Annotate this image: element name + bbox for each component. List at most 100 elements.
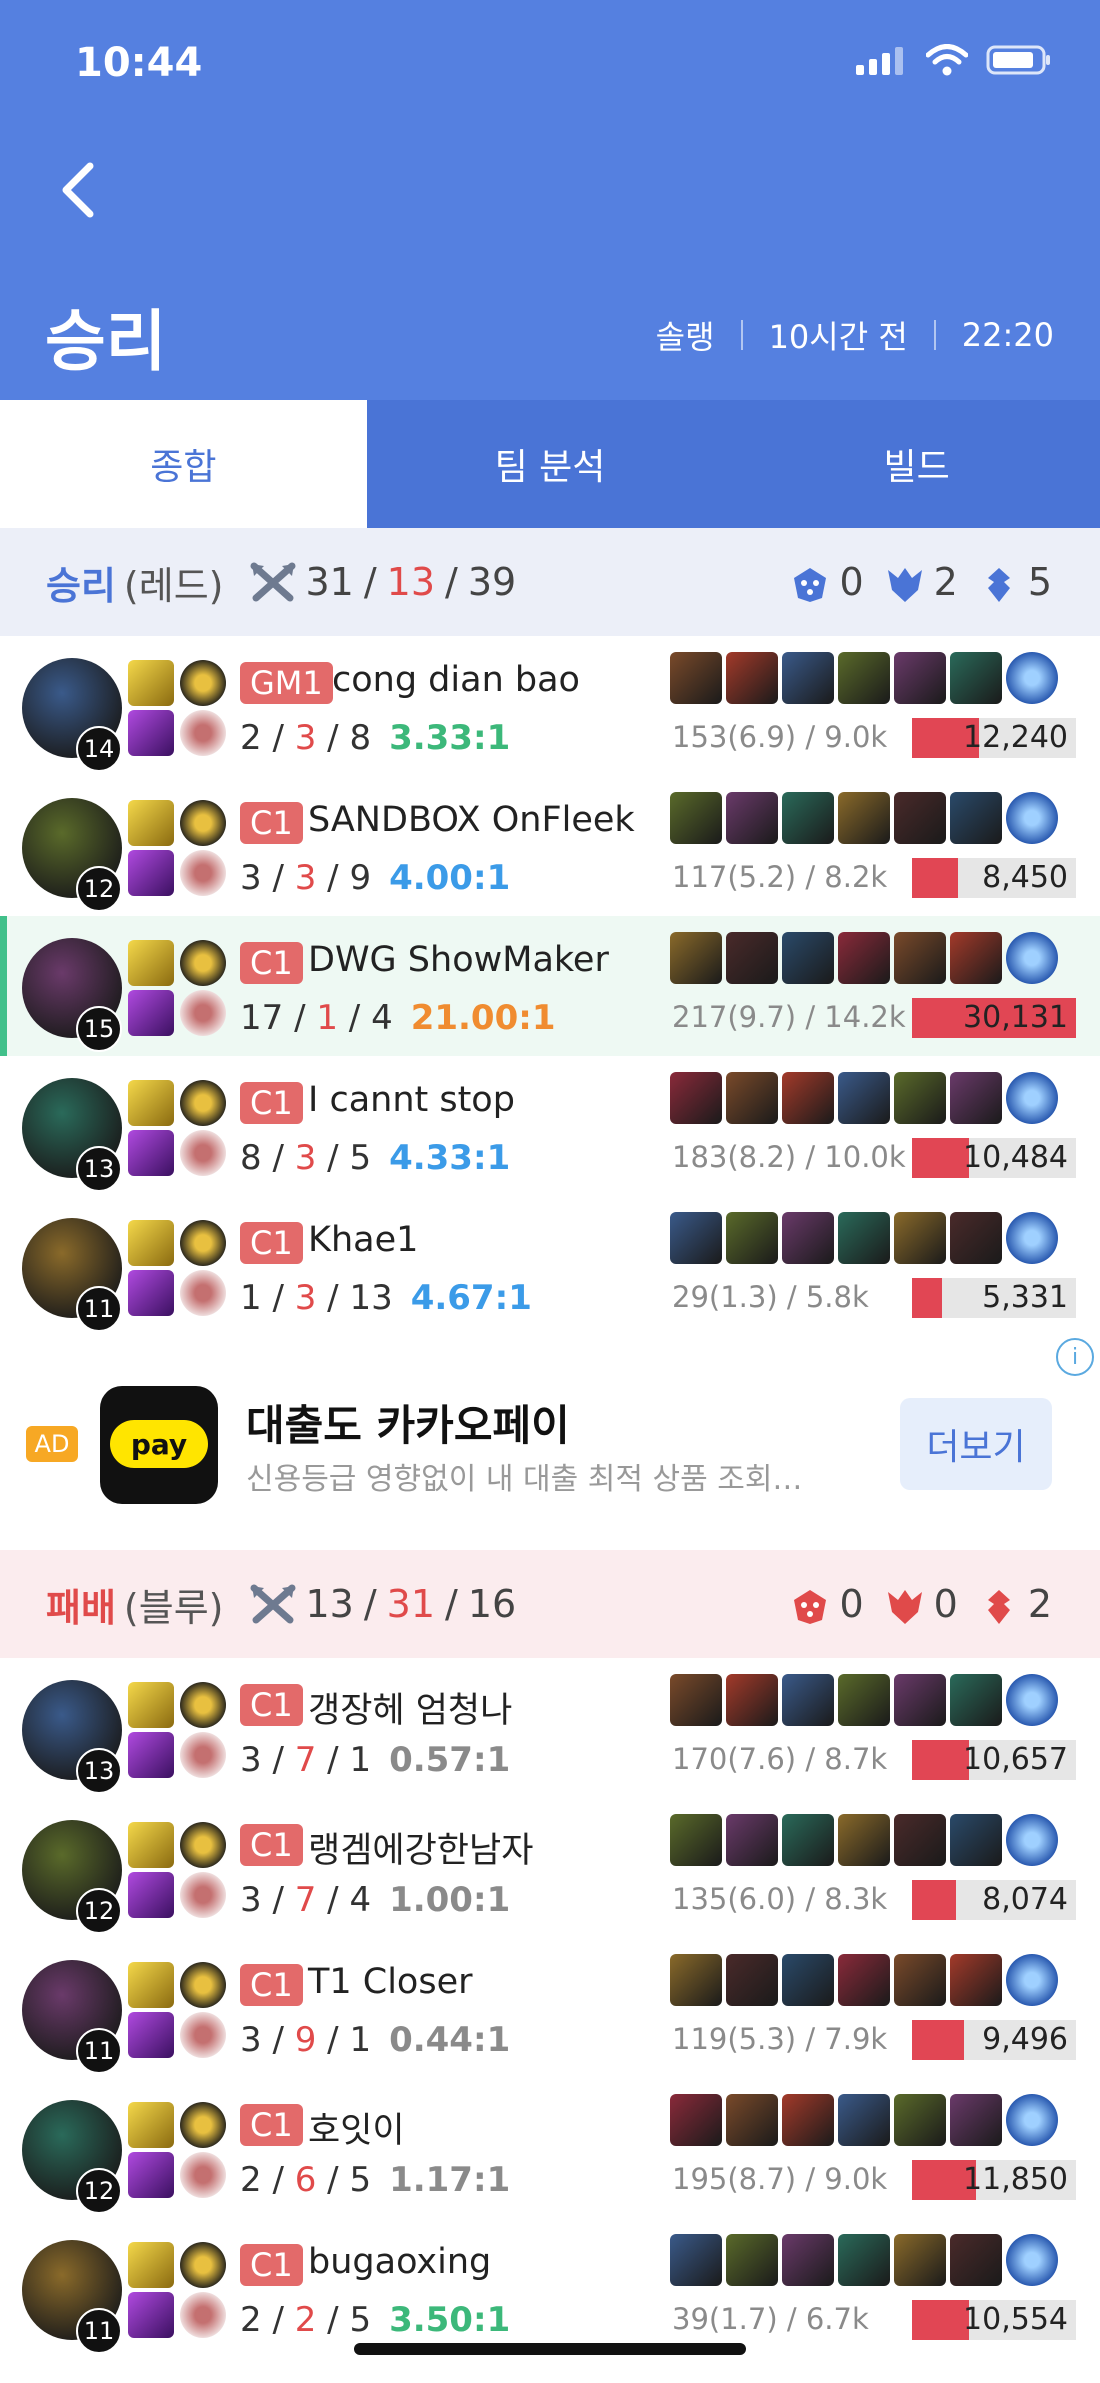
item-icon[interactable] — [726, 2094, 778, 2146]
item-icon[interactable] — [838, 2094, 890, 2146]
item-icon[interactable] — [838, 2234, 890, 2286]
item-icon[interactable] — [838, 1072, 890, 1124]
summoner-spell-icon[interactable] — [128, 1270, 174, 1316]
summoner-spell-flash-icon[interactable] — [128, 2242, 174, 2288]
item-icon[interactable] — [838, 1954, 890, 2006]
tab-build[interactable]: 빌드 — [733, 400, 1100, 528]
item-icon[interactable] — [726, 792, 778, 844]
item-icon[interactable] — [1006, 932, 1058, 984]
player-row[interactable]: 12 C1 랭겜에강한남자 3 / 7 / 4 1.00:1 135(6.0) / 8.3… — [0, 1798, 1100, 1938]
item-icon[interactable] — [1006, 1814, 1058, 1866]
item-icon[interactable] — [726, 652, 778, 704]
summoner-spell-flash-icon[interactable] — [128, 1822, 174, 1868]
item-icon[interactable] — [894, 1212, 946, 1264]
item-icon[interactable] — [782, 652, 834, 704]
summoner-name[interactable]: T1 Closer — [308, 1962, 473, 2002]
keystone-rune-icon[interactable] — [180, 1220, 226, 1266]
item-icon[interactable] — [782, 2094, 834, 2146]
summoner-spell-icon[interactable] — [128, 1130, 174, 1176]
ad-more-button[interactable]: 더보기 — [900, 1398, 1052, 1490]
keystone-rune-icon[interactable] — [180, 800, 226, 846]
item-icon[interactable] — [950, 1954, 1002, 2006]
summoner-spell-flash-icon[interactable] — [128, 800, 174, 846]
item-icon[interactable] — [1006, 792, 1058, 844]
item-icon[interactable] — [894, 792, 946, 844]
item-icon[interactable] — [894, 1674, 946, 1726]
player-row[interactable]: 13 C1 갱장헤 엄청나 3 / 7 / 1 0.57:1 170(7.6) / 8.7… — [0, 1658, 1100, 1798]
item-icon[interactable] — [1006, 2094, 1058, 2146]
player-row[interactable]: 14 GM1 cong dian bao 2 / 3 / 8 3.33:1 153(6.9… — [0, 636, 1100, 776]
summoner-spell-icon[interactable] — [128, 2152, 174, 2198]
item-icon[interactable] — [782, 1814, 834, 1866]
item-icon[interactable] — [950, 1674, 1002, 1726]
item-icon[interactable] — [950, 792, 1002, 844]
item-icon[interactable] — [670, 792, 722, 844]
summoner-name[interactable]: 랭겜에강한남자 — [308, 1822, 533, 1873]
keystone-rune-icon[interactable] — [180, 1962, 226, 2008]
item-icon[interactable] — [726, 1814, 778, 1866]
summoner-name[interactable]: 갱장헤 엄청나 — [308, 1682, 512, 1733]
item-icon[interactable] — [670, 1072, 722, 1124]
summoner-spell-flash-icon[interactable] — [128, 1220, 174, 1266]
item-icon[interactable] — [838, 1674, 890, 1726]
item-icon[interactable] — [670, 2234, 722, 2286]
summoner-spell-flash-icon[interactable] — [128, 940, 174, 986]
item-icon[interactable] — [950, 2234, 1002, 2286]
item-icon[interactable] — [782, 1674, 834, 1726]
item-icon[interactable] — [670, 1814, 722, 1866]
tab-team-analysis[interactable]: 팀 분석 — [366, 400, 734, 528]
item-icon[interactable] — [1006, 1674, 1058, 1726]
item-icon[interactable] — [838, 792, 890, 844]
item-icon[interactable] — [950, 932, 1002, 984]
summoner-spell-flash-icon[interactable] — [128, 1682, 174, 1728]
item-icon[interactable] — [726, 1954, 778, 2006]
summoner-name[interactable]: SANDBOX OnFleek — [308, 800, 635, 840]
item-icon[interactable] — [894, 1814, 946, 1866]
summoner-spell-icon[interactable] — [128, 1872, 174, 1918]
item-icon[interactable] — [838, 932, 890, 984]
secondary-rune-icon[interactable] — [180, 1270, 226, 1316]
item-icon[interactable] — [782, 2234, 834, 2286]
secondary-rune-icon[interactable] — [180, 1130, 226, 1176]
summoner-spell-flash-icon[interactable] — [128, 660, 174, 706]
item-icon[interactable] — [726, 1072, 778, 1124]
keystone-rune-icon[interactable] — [180, 1682, 226, 1728]
item-icon[interactable] — [726, 2234, 778, 2286]
secondary-rune-icon[interactable] — [180, 1732, 226, 1778]
secondary-rune-icon[interactable] — [180, 2012, 226, 2058]
summoner-spell-icon[interactable] — [128, 2292, 174, 2338]
summoner-spell-icon[interactable] — [128, 2012, 174, 2058]
item-icon[interactable] — [670, 1674, 722, 1726]
back-icon[interactable] — [58, 160, 98, 220]
ad-banner[interactable]: i AD pay 대출도 카카오페이 신용등급 영향없이 내 대출 최적 상품 … — [0, 1330, 1100, 1550]
secondary-rune-icon[interactable] — [180, 850, 226, 896]
summoner-name[interactable]: bugaoxing — [308, 2242, 491, 2282]
keystone-rune-icon[interactable] — [180, 2242, 226, 2288]
item-icon[interactable] — [838, 1212, 890, 1264]
item-icon[interactable] — [1006, 652, 1058, 704]
item-icon[interactable] — [726, 932, 778, 984]
summoner-spell-flash-icon[interactable] — [128, 1080, 174, 1126]
secondary-rune-icon[interactable] — [180, 990, 226, 1036]
summoner-name[interactable]: cong dian bao — [332, 660, 580, 700]
item-icon[interactable] — [782, 792, 834, 844]
ad-info-icon[interactable]: i — [1056, 1338, 1094, 1376]
secondary-rune-icon[interactable] — [180, 1872, 226, 1918]
item-icon[interactable] — [950, 2094, 1002, 2146]
summoner-name[interactable]: Khae1 — [308, 1220, 418, 1260]
item-icon[interactable] — [894, 652, 946, 704]
item-icon[interactable] — [950, 1814, 1002, 1866]
tab-summary[interactable]: 종합 — [0, 400, 367, 528]
item-icon[interactable] — [950, 1212, 1002, 1264]
player-row[interactable]: 15 C1 DWG ShowMaker 17 / 1 / 4 21.00:1 217(9.… — [0, 916, 1100, 1056]
secondary-rune-icon[interactable] — [180, 710, 226, 756]
item-icon[interactable] — [782, 1072, 834, 1124]
item-icon[interactable] — [894, 1954, 946, 2006]
item-icon[interactable] — [894, 2094, 946, 2146]
secondary-rune-icon[interactable] — [180, 2152, 226, 2198]
item-icon[interactable] — [838, 652, 890, 704]
keystone-rune-icon[interactable] — [180, 1822, 226, 1868]
item-icon[interactable] — [782, 932, 834, 984]
item-icon[interactable] — [670, 652, 722, 704]
summoner-spell-icon[interactable] — [128, 710, 174, 756]
